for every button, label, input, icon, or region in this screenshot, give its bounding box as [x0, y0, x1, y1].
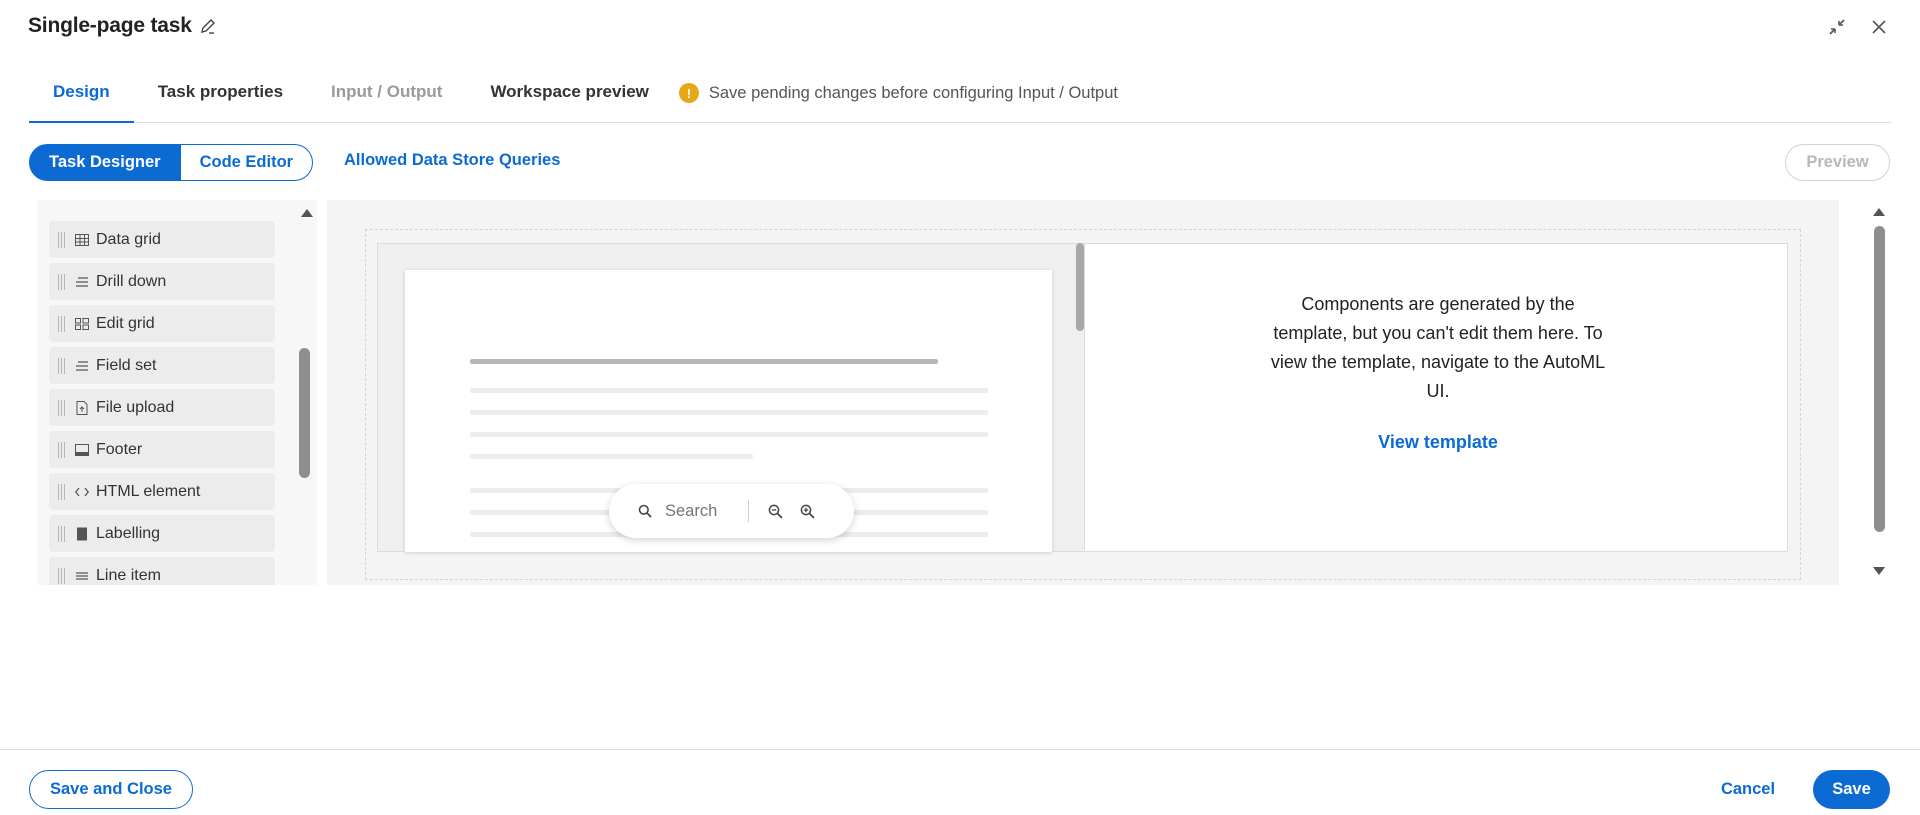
- search-icon: [637, 503, 653, 519]
- palette-item-data-grid[interactable]: Data grid: [49, 221, 275, 258]
- code-icon: [74, 484, 90, 500]
- palette-item-label: Data grid: [96, 230, 161, 248]
- palette-item-label: Field set: [96, 356, 157, 374]
- canvas-scroll-down-icon[interactable]: [1871, 565, 1887, 577]
- palette-item-footer[interactable]: Footer: [49, 431, 275, 468]
- drag-handle-icon[interactable]: [58, 399, 68, 416]
- palette-item-file-upload[interactable]: File upload: [49, 389, 275, 426]
- document-search-bar: [609, 484, 854, 538]
- preview-button: Preview: [1785, 144, 1890, 181]
- drag-handle-icon[interactable]: [58, 483, 68, 500]
- drag-handle-icon[interactable]: [58, 567, 68, 584]
- drag-handle-icon[interactable]: [58, 525, 68, 542]
- drag-handle-icon[interactable]: [58, 315, 68, 332]
- palette-scrollbar[interactable]: [299, 348, 310, 478]
- title-row: Single-page task: [28, 14, 218, 38]
- dialog-footer: Save and Close Cancel Save: [0, 749, 1920, 815]
- palette-item-line-item[interactable]: Line item: [49, 557, 275, 585]
- palette-item-label: Edit grid: [96, 314, 155, 332]
- block-icon: [74, 526, 90, 542]
- drag-handle-icon[interactable]: [58, 273, 68, 290]
- palette-item-label: Labelling: [96, 524, 161, 542]
- collapse-arrows-icon[interactable]: [1826, 16, 1848, 38]
- close-icon[interactable]: [1868, 16, 1890, 38]
- pencil-icon[interactable]: [200, 17, 218, 35]
- drag-handle-icon[interactable]: [58, 231, 68, 248]
- file-upload-icon: [74, 400, 90, 416]
- page-title: Single-page task: [28, 14, 192, 37]
- search-input[interactable]: [665, 501, 745, 521]
- pending-changes-warning: ! Save pending changes before configurin…: [678, 72, 1118, 103]
- tab-bar: Design Task properties Input / Output Wo…: [29, 72, 1891, 123]
- tab-input-output: Input / Output: [331, 82, 443, 101]
- tab-workspace-preview[interactable]: Workspace preview: [466, 72, 672, 123]
- palette-scroll-up-icon[interactable]: [299, 206, 315, 220]
- drag-handle-icon[interactable]: [58, 357, 68, 374]
- canvas-scroll-up-icon[interactable]: [1871, 206, 1887, 218]
- palette-item-label: Drill down: [96, 272, 167, 290]
- task-designer-button[interactable]: Task Designer: [29, 144, 181, 181]
- palette-item-label: Footer: [96, 440, 143, 458]
- save-and-close-button[interactable]: Save and Close: [29, 770, 193, 809]
- document-scrollbar[interactable]: [1076, 243, 1084, 331]
- drag-handle-icon[interactable]: [58, 441, 68, 458]
- search-divider: [748, 500, 749, 522]
- grid-icon: [74, 316, 90, 332]
- editor-mode-toggle: Task Designer Code Editor: [29, 144, 314, 181]
- template-info-text: Components are generated by the template…: [1270, 294, 1606, 401]
- tab-task-properties[interactable]: Task properties: [134, 72, 307, 123]
- window-controls: [1826, 16, 1890, 38]
- save-button[interactable]: Save: [1813, 770, 1890, 809]
- code-editor-button[interactable]: Code Editor: [180, 144, 314, 181]
- palette-item-label: File upload: [96, 398, 175, 416]
- palette-item-field-set[interactable]: Field set: [49, 347, 275, 384]
- table-icon: [74, 232, 90, 248]
- palette-item-html-element[interactable]: HTML element: [49, 473, 275, 510]
- lines-icon: [74, 274, 90, 290]
- palette-item-labelling[interactable]: Labelling: [49, 515, 275, 552]
- template-info-panel: Components are generated by the template…: [1084, 243, 1788, 552]
- design-canvas: Components are generated by the template…: [327, 200, 1839, 585]
- view-template-link[interactable]: View template: [1085, 432, 1789, 453]
- tab-design[interactable]: Design: [29, 72, 134, 123]
- canvas-scrollbar[interactable]: [1874, 226, 1885, 532]
- component-palette: Data grid Drill down Edit grid Field set…: [37, 200, 317, 585]
- warning-text: Save pending changes before configuring …: [708, 83, 1118, 102]
- allowed-data-store-queries-link[interactable]: Allowed Data Store Queries: [344, 151, 560, 170]
- lines-icon: [74, 358, 90, 374]
- footer-icon: [74, 442, 90, 458]
- list-icon: [74, 568, 90, 584]
- zoom-in-icon[interactable]: [798, 502, 816, 520]
- palette-item-label: Line item: [96, 566, 161, 584]
- palette-item-drill-down[interactable]: Drill down: [49, 263, 275, 300]
- warning-icon: !: [678, 83, 699, 103]
- palette-item-label: HTML element: [96, 482, 201, 500]
- palette-item-edit-grid[interactable]: Edit grid: [49, 305, 275, 342]
- zoom-out-icon[interactable]: [766, 502, 784, 520]
- cancel-button[interactable]: Cancel: [1706, 770, 1790, 809]
